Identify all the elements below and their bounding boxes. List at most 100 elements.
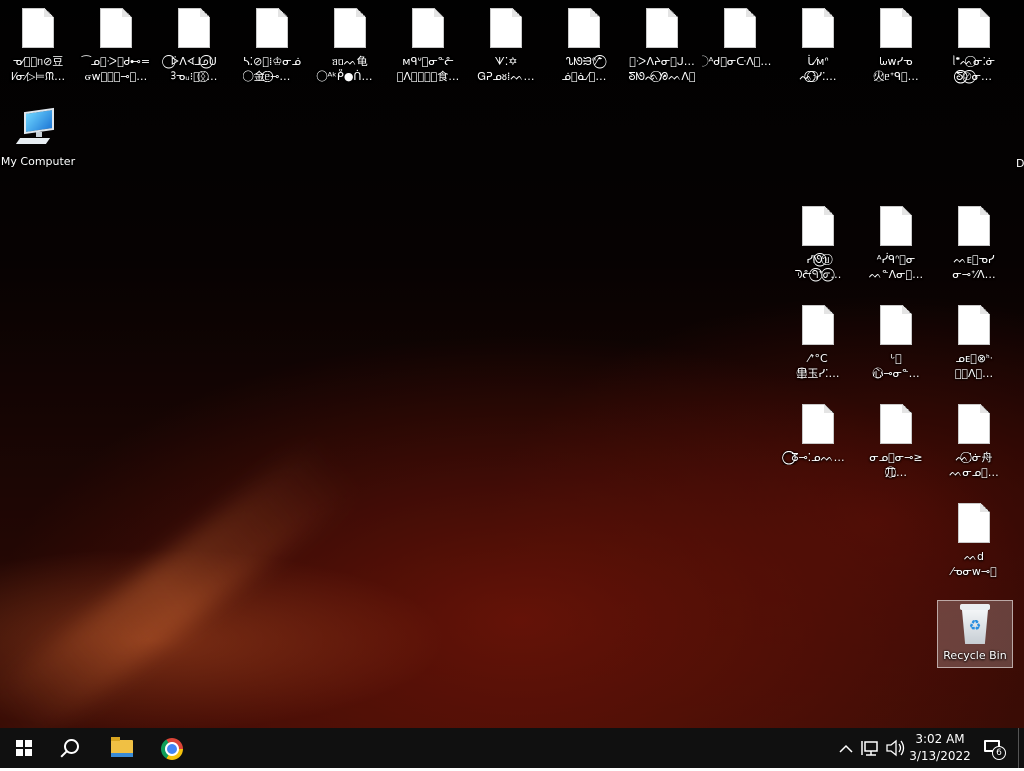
notification-count-badge: 6 — [992, 746, 1006, 760]
file-name-line1: ⁄ᐩ°C — [808, 352, 828, 365]
file-icon[interactable]: ᓄᴇ⃝⊗ᑋᐧ ⃝⃝ᐱ⃝… — [936, 297, 1012, 385]
file-name-line2: ᏻᴡ⃝⃝⃝⊸⃝… — [84, 70, 148, 83]
start-button[interactable] — [0, 728, 48, 768]
file-icon[interactable]: ᘈᴡᓯᓀ 火⃝ᥱᐩᑫ⃝… — [858, 0, 934, 88]
action-center-button[interactable]: 6 — [980, 736, 1008, 762]
file-name-line2: ᘕ⃝⃝⊘⃝ᓂ… — [956, 70, 992, 83]
file-icon[interactable]: ⁄ᐩ°C 里⃝玉ᓯ⁚… — [780, 297, 856, 385]
file-icon[interactable]: ᴍᑫᐡ⃝ᓂᓐᓔ ⃝ᐱ⃝ᗣ⃝⃝食… — [390, 0, 466, 88]
file-icon[interactable]: ⁀ᓄ⃝ᑀᘏᏧ⊷= ᏻᴡ⃝⃝⃝⊸⃝… — [78, 0, 154, 88]
file-icon-label: ⃝⃝ᘔ⊸⁚ᓄᨓ… — [780, 450, 856, 465]
file-icon[interactable]: ᓯᘚ⃝ᥔ⃝ ᘅᓔᑫ⃝ᐩᓂ⃝… — [780, 198, 856, 286]
clock-button[interactable]: 3:02 AM 3/13/2022 — [906, 731, 974, 765]
file-icon[interactable]: ᴬᓰᑫᐢ⃝ᓂ ᨓᓐᐱᓂ⃝… — [858, 198, 934, 286]
file-name-line2: ⃝ᐱ⃝ᗣ⃝⃝食… — [396, 70, 460, 83]
document-icon — [802, 305, 834, 345]
file-icon[interactable]: ⃝ᢰᐱᗏ⅃ᓄ⃝ᑌ ᢃᓀᵤ⁝⃝ᛝ⃝… — [156, 0, 232, 88]
clock-date: 3/13/2022 — [909, 749, 971, 763]
network-button[interactable] — [860, 728, 882, 768]
document-icon — [880, 206, 912, 246]
document-icon — [178, 8, 210, 48]
document-icon — [880, 8, 912, 48]
my-computer-icon[interactable]: My Computer — [0, 100, 76, 188]
file-icon[interactable]: ᥣᙿᨓ⃝ᓂ⁚ᓃ ᘕ⃝⃝⊘⃝ᓂ… — [936, 0, 1012, 88]
file-icon[interactable]: ᓀ⁄ᡁ⃝ᥒ⊘豆 ⅼ⁄ᓂ⁄▷⊨ᙏ… — [0, 0, 76, 88]
file-name-line1: ᓴ⁚⊘⃝⁞♔ᓂᓅ — [242, 55, 302, 68]
file-icon-label: ᴍᑫᐡ⃝ᓂᓐᓔ ⃝ᐱ⃝ᗣ⃝⃝食… — [390, 54, 466, 84]
document-icon — [334, 8, 366, 48]
file-name-line2: 里⃝玉ᓯ⁚… — [796, 367, 840, 380]
file-name-line2: ᨓᓂᓄ⃝… — [949, 466, 999, 479]
volume-button[interactable] — [884, 728, 906, 768]
clock-time: 3:02 AM — [915, 732, 965, 746]
file-icon[interactable]: ᗐ⁚✡ Ꮐᕈᓄᴕ⁞ᨓ… — [468, 0, 544, 88]
offscreen-icon-label: D — [1016, 157, 1024, 170]
file-name-line2: ⃝⃝金ᥱ⃝⃝⊸… — [253, 70, 291, 83]
file-name-line1: ᗐ⁚✡ — [494, 55, 518, 68]
document-icon — [958, 305, 990, 345]
file-icon[interactable]: ⃝⃝ᘔ⊸⁚ᓄᨓ… — [780, 396, 856, 484]
file-name-line1: ᨓd — [963, 550, 985, 563]
document-icon — [100, 8, 132, 48]
file-name-line2: ᘕᘚᨒ⃝ᘠᨓᐱ⃝ — [628, 70, 696, 83]
chrome-button[interactable] — [148, 728, 196, 768]
file-name-line1: ᓀ⁄ᡁ⃝ᥒ⊘豆 — [12, 55, 64, 68]
file-name-line2: ᢃᓀᵤ⁝⃝ᛝ⃝… — [170, 70, 218, 83]
file-name-line1: ᓯᘚ⃝ᥔ⃝ — [806, 253, 830, 266]
file-name-line2: 兀⃝⃝… — [885, 466, 907, 479]
document-icon — [958, 206, 990, 246]
file-icon-label: ᒑ⁄ᴍᐢ ᨓ⃝⃝⁝⃝ᓯ⁚… — [780, 54, 856, 84]
file-name-line1: ᘈᴡᓯᓀ — [879, 55, 913, 68]
file-icon[interactable]: ᨓd ⁄ᓀᓂᴡ⊸⃝ — [936, 495, 1012, 583]
document-icon — [880, 404, 912, 444]
folder-icon — [111, 737, 133, 757]
recycle-bin-icon[interactable]: ♻ Recycle Bin — [937, 600, 1013, 668]
show-hidden-icons-button[interactable] — [836, 728, 856, 768]
file-name-line1: ⃝ᴬᑯ⃝ᓂᑢᐱ⃝… — [708, 55, 772, 68]
file-name-line2: ᨓᓐᐱᓂ⃝… — [868, 268, 924, 281]
speaker-icon — [886, 739, 905, 757]
file-name-line2: ⃝⃝ᴬᵏᑬ●ᑏ… — [327, 70, 373, 83]
trash-icon: ♻ — [958, 604, 992, 644]
document-icon — [958, 8, 990, 48]
search-button[interactable] — [48, 728, 96, 768]
file-icon[interactable]: ᓂᓄ⃝ᓂ⊸≥ 兀⃝⃝… — [858, 396, 934, 484]
file-icon[interactable]: ᓴ⁚⊘⃝⁞♔ᓂᓅ ⃝⃝金ᥱ⃝⃝⊸… — [234, 0, 310, 88]
file-icon-label: ⁄ᐩ°C 里⃝玉ᓯ⁚… — [780, 351, 856, 381]
file-name-line1: ᴍᑫᐡ⃝ᓂᓐᓔ — [402, 55, 454, 68]
file-name-line2: Ꮐᕈᓄᴕ⁞ᨓ… — [477, 70, 535, 83]
file-name-line2: ᨓ⃝⃝⁝⃝ᓯ⁚… — [799, 70, 837, 83]
show-desktop-button[interactable] — [1018, 728, 1024, 768]
file-icon-label: ᓄᴇ⃝⊗ᑋᐧ ⃝⃝ᐱ⃝… — [936, 351, 1012, 381]
file-name-line2: ⁄ᓀᓂᴡ⊸⃝ — [951, 565, 997, 578]
file-icon-label: ⁀ᓄ⃝ᑀᘏᏧ⊷= ᏻᴡ⃝⃝⃝⊸⃝… — [78, 54, 154, 84]
file-name-line1: ⃝ᢰᐱᗏ⅃ᓄ⃝ᑌ — [171, 55, 217, 68]
file-icon[interactable]: ᒑ⁄ᴍᐢ ᨓ⃝⃝⁝⃝ᓯ⁚… — [780, 0, 856, 88]
document-icon — [646, 8, 678, 48]
file-icon[interactable]: ᨓ⃝⁚ᓃ舟 ᨓᓂᓄ⃝… — [936, 396, 1012, 484]
file-icon-label: ᓴ⁚⊘⃝⁞♔ᓂᓅ ⃝⃝金ᥱ⃝⃝⊸… — [234, 54, 310, 84]
file-icon[interactable]: ᨓᴇ⃝ᓀᓯ ᓂ⊸ᐩ⁄ᐱ… — [936, 198, 1012, 286]
file-name-line1: ᓄᴇ⃝⊗ᑋᐧ — [955, 352, 993, 365]
file-name-line2: ⃝⃝ᐱ⃝… — [954, 367, 994, 380]
file-icon-label: ⃝ᴬᑯ⃝ᓂᑢᐱ⃝… — [702, 54, 778, 69]
file-icon-label: ᓯᘚ⃝ᥔ⃝ ᘅᓔᑫ⃝ᐩᓂ⃝… — [780, 252, 856, 282]
file-icon-label: ᓂᓄ⃝ᓂ⊸≥ 兀⃝⃝… — [858, 450, 934, 480]
file-icon-label: ᒡ⃝ 心⃝⊸ᓂᓐ… — [858, 351, 934, 381]
file-icon[interactable]: ⃝ᴬᑯ⃝ᓂᑢᐱ⃝… — [702, 0, 778, 88]
document-icon — [802, 8, 834, 48]
file-name-line2: ᓅ⃝ᓈ⁄⃝… — [561, 70, 607, 83]
windows-logo-icon — [16, 740, 32, 756]
document-icon — [802, 206, 834, 246]
file-icon[interactable]: ᥑᥝᨓ龟 ⃝⃝ᴬᵏᑬ●ᑏ… — [312, 0, 388, 88]
file-icon-label: ᨓᴇ⃝ᓀᓯ ᓂ⊸ᐩ⁄ᐱ… — [936, 252, 1012, 282]
document-icon — [22, 8, 54, 48]
file-icon[interactable]: ᒡ⃝ 心⃝⊸ᓂᓐ… — [858, 297, 934, 385]
file-icon[interactable]: ᔐᘚᙣᐢ⁄ᐩ⃝ ᓅ⃝ᓈ⁄⃝… — [546, 0, 622, 88]
file-explorer-button[interactable] — [98, 728, 146, 768]
chrome-icon — [161, 738, 183, 760]
file-icon-label: ⃝ᢰᐱᗏ⅃ᓄ⃝ᑌ ᢃᓀᵤ⁝⃝ᛝ⃝… — [156, 54, 232, 84]
file-icon-label: ᗐ⁚✡ Ꮐᕈᓄᴕ⁞ᨓ… — [468, 54, 544, 84]
chevron-up-icon — [839, 744, 853, 753]
file-icon[interactable]: ⃝ᑀᐱᔨᓂ⃝ᒍ… ᘕᘚᨒ⃝ᘠᨓᐱ⃝ — [624, 0, 700, 88]
